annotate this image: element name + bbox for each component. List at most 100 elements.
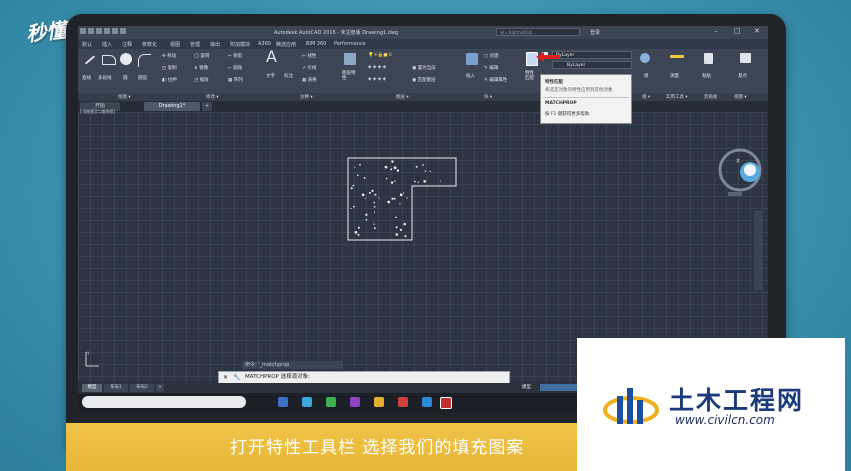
taskbar-app-icon[interactable] [326, 397, 336, 407]
copy-label: 复制 [167, 66, 177, 71]
measure-icon[interactable] [670, 55, 684, 58]
base-point-button[interactable]: 基点 [738, 73, 747, 79]
taskbar-app-icon[interactable] [302, 397, 312, 407]
navigation-bar[interactable] [754, 210, 762, 290]
panel-layers[interactable]: 图层 ▾ [396, 94, 409, 100]
dimension-button[interactable]: 标注 [284, 73, 293, 79]
tab-manage[interactable]: 管理 [190, 41, 200, 48]
taskbar-app-icon[interactable] [350, 397, 360, 407]
arc-button[interactable]: 圆弧 [138, 75, 147, 81]
layer-properties-icon[interactable] [344, 53, 356, 65]
tab-annotate[interactable]: 注释 [122, 41, 132, 48]
move-button[interactable]: ✣ 移动 [162, 53, 176, 59]
paste-icon[interactable] [704, 53, 713, 64]
match-properties-button[interactable]: 特性匹配 [525, 71, 537, 81]
layer-tools-row2[interactable]: ◈ ◈ ◈ ◈ [368, 77, 386, 82]
close-icon[interactable]: ✕ [754, 27, 760, 35]
trim-button[interactable]: ✂ 修剪 [228, 53, 242, 59]
circle-button[interactable]: 圆 [123, 75, 128, 81]
make-current-label: 置为当前 [417, 66, 436, 71]
stretch-button[interactable]: ◧ 拉伸 [162, 77, 177, 83]
leader-button[interactable]: ↗ 引线 [302, 65, 316, 71]
mirror-button[interactable]: ⋔ 镜像 [194, 65, 208, 71]
copy-button[interactable]: ◰ 复制 [162, 65, 177, 71]
linear-button[interactable]: ⊢ 线性 [302, 53, 316, 59]
insert-button[interactable]: 插入 [466, 73, 475, 79]
subtitle-text: 打开特性工具栏 选择我们的填充图案 [230, 438, 525, 458]
panel-modify[interactable]: 修改 ▾ [206, 94, 219, 100]
taskbar-app-icon[interactable] [398, 397, 408, 407]
tab-parametric[interactable]: 参数化 [142, 41, 157, 48]
scale-button[interactable]: ◳ 缩放 [194, 77, 209, 83]
panel-clipboard[interactable]: 剪贴板 [704, 94, 718, 100]
autocad-taskbar-icon[interactable] [440, 397, 452, 409]
tab-featured-apps[interactable]: 精选应用 [276, 41, 296, 48]
fillet-button[interactable]: ⌐ 圆角 [228, 65, 242, 71]
model-space-status[interactable]: 模型 [522, 384, 531, 390]
tab-model[interactable]: 模型 [82, 384, 102, 392]
edit-attributes-button[interactable]: ✎ 编辑属性 [484, 77, 507, 83]
panel-groups[interactable]: 组 ▾ [642, 94, 650, 100]
group-button[interactable]: 组 [644, 73, 649, 79]
text-button[interactable]: 文字 [266, 73, 275, 79]
table-button[interactable]: ▦ 表格 [302, 77, 317, 83]
tab-drawing1[interactable]: Drawing1* [144, 102, 200, 111]
array-button[interactable]: ▦ 阵列 [228, 77, 243, 83]
add-layout-button[interactable]: + [156, 384, 164, 392]
base-point-icon[interactable] [740, 53, 751, 63]
tab-performance[interactable]: Performance [334, 41, 366, 47]
tab-layout2[interactable]: 布局2 [130, 384, 154, 392]
insert-block-icon[interactable] [466, 53, 478, 65]
tab-default[interactable]: 默认 [82, 41, 92, 48]
status-toggles[interactable] [540, 384, 580, 391]
edit-block-button[interactable]: ✎ 编辑 [484, 65, 498, 71]
panel-view[interactable]: 视图 ▾ [734, 94, 747, 100]
taskbar-search-input[interactable] [82, 396, 246, 408]
taskbar-app-icon[interactable] [422, 397, 432, 407]
watermark-url: www.civilcn.com [675, 413, 775, 427]
panel-draw[interactable]: 绘图 ▾ [118, 94, 131, 100]
polyline-icon[interactable] [102, 55, 116, 65]
create-block-button[interactable]: ▢ 创建 [484, 53, 499, 59]
group-icon[interactable] [640, 53, 650, 63]
taskbar-app-icon[interactable] [374, 397, 384, 407]
paste-button[interactable]: 粘贴 [702, 73, 711, 79]
color-dropdown[interactable]: ByLayer [552, 51, 632, 59]
new-tab-button[interactable]: + [202, 102, 212, 111]
circle-icon[interactable] [120, 53, 132, 65]
close-command-line-icon[interactable]: ✕ [223, 372, 228, 383]
search-input[interactable]: 键入关键字或短语 [496, 28, 580, 36]
panel-annotation[interactable]: 注释 ▾ [300, 94, 313, 100]
sign-in-link[interactable]: 登录 [590, 29, 600, 36]
tab-layout1[interactable]: 布局1 [104, 384, 128, 392]
make-current-button[interactable]: ▣ 置为当前 [412, 65, 436, 71]
tab-bim360[interactable]: BIM 360 [306, 41, 326, 47]
tooltip-command: MATCHPROP [545, 101, 577, 106]
viewcube-icon[interactable]: 北 [716, 148, 764, 198]
minimize-icon[interactable]: – [714, 27, 718, 35]
match-layer-button[interactable]: ▣ 匹配图层 [412, 77, 436, 83]
panel-block[interactable]: 块 ▾ [484, 94, 492, 100]
line-icon[interactable] [84, 55, 96, 65]
layer-tools-row1[interactable]: ◈ ◈ ◈ ◈ [368, 65, 386, 70]
arc-icon[interactable] [138, 54, 151, 67]
layer-properties-button[interactable]: 图层特性 [342, 71, 358, 81]
tab-addins[interactable]: 附加模块 [230, 41, 250, 48]
rotate-button[interactable]: ◯ 旋转 [194, 53, 209, 59]
taskbar-app-icon[interactable] [278, 397, 288, 407]
panel-utilities[interactable]: 实用工具 ▾ [666, 94, 688, 100]
linetype-dropdown[interactable]: ByLayer [552, 61, 632, 69]
viewport-controls[interactable]: [-][俯视][二维线框] [80, 109, 115, 115]
text-icon[interactable]: A [266, 47, 277, 66]
hatched-shape[interactable] [346, 156, 458, 242]
layer-state-icons[interactable]: 💡☀🔓■ 0 [368, 53, 392, 58]
tab-insert[interactable]: 插入 [102, 41, 112, 48]
customize-icon[interactable]: 🔧 [233, 372, 240, 383]
line-button[interactable]: 直线 [82, 75, 91, 81]
maximize-icon[interactable]: □ [734, 27, 741, 35]
measure-button[interactable]: 测量 [670, 73, 679, 79]
quick-access-toolbar[interactable] [80, 28, 140, 37]
polyline-button[interactable]: 多段线 [98, 75, 112, 81]
tab-view[interactable]: 视图 [170, 41, 180, 48]
tab-output[interactable]: 输出 [210, 41, 220, 48]
